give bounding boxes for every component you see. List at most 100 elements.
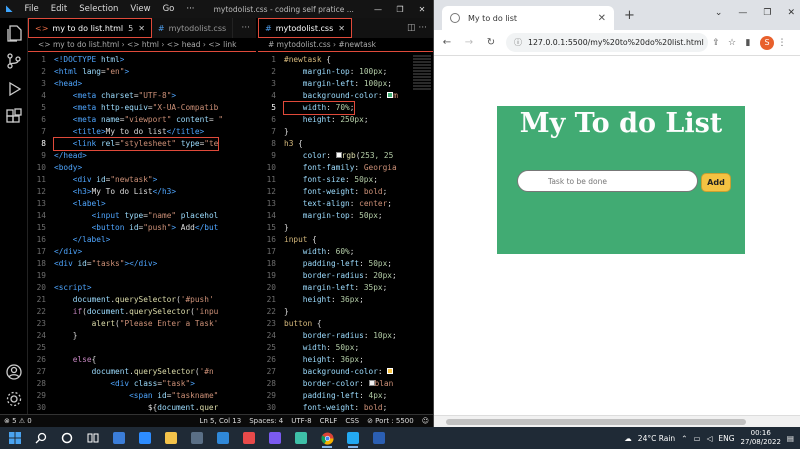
tab-close-icon[interactable]: ✕ (598, 13, 606, 24)
app-icon[interactable] (290, 427, 312, 449)
code-line[interactable]: 27 background-color: (258, 366, 433, 378)
code-line[interactable]: 13 text-align: center; (258, 198, 433, 210)
code-editor-css[interactable]: 1 #newtask {2 margin-top: 100px; 3 margin-… (258, 54, 433, 414)
code-line[interactable]: 6 <meta name="viewport" content= " (28, 114, 256, 126)
profile-avatar[interactable]: S (760, 35, 774, 50)
add-button[interactable]: Add (701, 173, 731, 192)
account-icon[interactable] (5, 363, 23, 381)
eol-indicator[interactable]: CRLF (316, 417, 342, 425)
vscode-logo-icon[interactable]: ◣ (0, 4, 19, 14)
encoding-indicator[interactable]: UTF-8 (287, 417, 315, 425)
code-line[interactable]: 16 </label> (28, 234, 256, 246)
horizontal-scrollbar[interactable] (434, 415, 800, 427)
task-input[interactable]: Task to be done (517, 170, 698, 192)
more-actions-icon[interactable]: ··· (235, 23, 256, 33)
cortana-icon[interactable] (56, 427, 78, 449)
code-line[interactable]: 19 (28, 270, 256, 282)
minimap[interactable] (411, 54, 433, 174)
code-line[interactable]: 2 margin-top: 100px; (258, 66, 433, 78)
code-line[interactable]: 30 font-weight: bold; (258, 402, 433, 414)
back-arrow-icon[interactable]: ← (438, 37, 456, 48)
live-server-port[interactable]: ⊘ Port : 5500 (363, 417, 418, 425)
source-control-icon[interactable] (5, 52, 23, 70)
code-line[interactable]: 4 <meta charset="UTF-8"> (28, 90, 256, 102)
code-line[interactable]: 9 color: rgb(253, 25 (258, 150, 433, 162)
breadcrumb[interactable]: <> my to do list.html › <> html › <> hea… (28, 38, 256, 52)
code-line[interactable]: 29 padding-left: 4px; (258, 390, 433, 402)
code-line[interactable]: 10 <body> (28, 162, 256, 174)
task-view-icon[interactable] (82, 427, 104, 449)
code-line[interactable]: 12 font-weight: bold; (258, 186, 433, 198)
feedback-icon[interactable]: ☺ (418, 417, 433, 425)
code-line[interactable]: 5 width: 70%; (258, 101, 433, 115)
menu-file[interactable]: File (19, 4, 45, 14)
start-button[interactable] (4, 427, 26, 449)
code-line[interactable]: 16 input { (258, 234, 433, 246)
scrollbar-thumb[interactable] (446, 419, 746, 425)
code-line[interactable]: 20 margin-left: 35px; (258, 282, 433, 294)
chrome-icon[interactable] (316, 427, 338, 449)
meet-icon[interactable] (134, 427, 156, 449)
volume-icon[interactable]: ◁ (707, 434, 713, 443)
site-info-icon[interactable]: ⓘ (514, 37, 522, 48)
code-line[interactable]: 21 document.querySelector('#push' (28, 294, 256, 306)
code-line[interactable]: 12 <h3>My To do List</h3> (28, 186, 256, 198)
minimize-button[interactable]: — (367, 5, 389, 14)
code-line[interactable]: 4 background-color: m (258, 90, 433, 102)
code-line[interactable]: 11 <div id="newtask"> (28, 174, 256, 186)
code-line[interactable]: 15} (258, 222, 433, 234)
tab-close-icon[interactable]: ✕ (338, 24, 345, 33)
clock[interactable]: 00:16 27/08/2022 (741, 429, 781, 447)
file-explorer-icon[interactable] (160, 427, 182, 449)
code-line[interactable]: 7 <title>My to do list</title> (28, 126, 256, 138)
code-line[interactable]: 22} (258, 306, 433, 318)
breadcrumb[interactable]: # mytodolist.css › #newtask (258, 38, 433, 52)
indentation-indicator[interactable]: Spaces: 4 (245, 417, 287, 425)
forward-arrow-icon[interactable]: → (460, 37, 478, 48)
menu-edit[interactable]: Edit (45, 4, 73, 14)
maximize-button[interactable]: ❐ (763, 8, 771, 18)
code-line[interactable]: 17 </div> (28, 246, 256, 258)
run-debug-icon[interactable] (5, 80, 23, 98)
side-panel-icon[interactable]: ▮ (740, 38, 756, 48)
code-line[interactable]: 3 margin-left: 100px; (258, 78, 433, 90)
menu-go[interactable]: Go (157, 4, 181, 14)
problems-indicator[interactable]: ⊗ 5 ⚠ 0 (0, 417, 36, 425)
code-editor-html[interactable]: 1 <!DOCTYPE html> 2 <html lang="en"> 3 <head>… (28, 54, 256, 414)
code-line[interactable]: 17 width: 60%; (258, 246, 433, 258)
code-line[interactable]: 24 border-radius: 10px; (258, 330, 433, 342)
code-line[interactable]: 25 (28, 342, 256, 354)
code-line[interactable]: 25 width: 50px; (258, 342, 433, 354)
address-bar[interactable]: ⓘ 127.0.0.1:5500/my%20to%20do%20list.htm… (506, 33, 708, 52)
menu-selection[interactable]: Selection (73, 4, 124, 14)
code-line[interactable]: 8 <link rel="stylesheet" type="te (28, 137, 256, 151)
code-line[interactable]: 20 <script> (28, 282, 256, 294)
split-editor-icon[interactable]: ◫ ··· (401, 23, 433, 33)
reload-icon[interactable]: ↻ (482, 37, 500, 48)
maximize-button[interactable]: ❐ (389, 5, 411, 14)
notifications-icon[interactable]: ▤ (787, 434, 794, 443)
settings-gear-icon[interactable] (5, 390, 23, 408)
close-button[interactable]: ✕ (787, 8, 795, 18)
chevron-up-icon[interactable]: ⌃ (681, 434, 687, 443)
code-line[interactable]: 2 <html lang="en"> (28, 66, 256, 78)
code-line[interactable]: 15 <button id="push"> Add</but (28, 222, 256, 234)
code-line[interactable]: 23 button { (258, 318, 433, 330)
language-mode[interactable]: CSS (341, 417, 363, 425)
tab-my-to-do-list-html[interactable]: <> my to do list.html 5 ✕ (28, 18, 152, 38)
new-tab-button[interactable]: + (624, 8, 635, 23)
code-line[interactable]: 30 ${document.quer (28, 402, 256, 414)
vscode-icon[interactable] (342, 427, 364, 449)
code-line[interactable]: 11 font-size: 50px; (258, 174, 433, 186)
tab-mytodolist-css[interactable]: # mytodolist.css ✕ (258, 18, 352, 38)
weather-text[interactable]: 24°C Rain (638, 434, 675, 443)
menu-kebab-icon[interactable]: ⋮ (774, 38, 790, 48)
code-line[interactable]: 29 <span id="taskname" (28, 390, 256, 402)
network-icon[interactable]: ▭ (694, 434, 701, 443)
code-line[interactable]: 3 <head> (28, 78, 256, 90)
code-line[interactable]: 28 border-color: blan (258, 378, 433, 390)
browser-tab[interactable]: My to do list ✕ (442, 6, 614, 30)
app-icon[interactable] (238, 427, 260, 449)
code-line[interactable]: 19 border-radius: 20px; (258, 270, 433, 282)
code-line[interactable]: 18 <div id="tasks"></div> (28, 258, 256, 270)
